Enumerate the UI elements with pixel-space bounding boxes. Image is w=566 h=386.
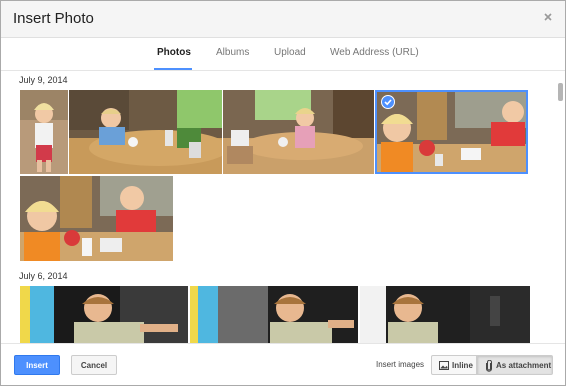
photo-thumbnail[interactable] [223, 90, 374, 174]
photo-grid: July 9, 2014 July 6, 2014 [1, 71, 565, 343]
section-date: July 6, 2014 [19, 271, 68, 281]
active-tab-indicator [154, 68, 192, 70]
photo-thumbnail[interactable] [20, 286, 188, 343]
photo-thumbnail[interactable] [190, 286, 358, 343]
photo-thumbnail[interactable] [20, 176, 173, 261]
tab-bar: Photos Albums Upload Web Address (URL) [1, 38, 565, 71]
dialog-title: Insert Photo [13, 10, 94, 27]
tab-photos[interactable]: Photos [157, 47, 191, 58]
section-date: July 9, 2014 [19, 75, 68, 85]
insert-photo-dialog: Insert Photo Photos Albums Upload Web Ad… [0, 0, 566, 386]
photo-thumbnail[interactable] [360, 286, 530, 343]
scrollbar-thumb[interactable] [558, 83, 563, 101]
selected-check-icon [381, 95, 395, 109]
inline-label: Inline [452, 361, 473, 370]
tab-upload[interactable]: Upload [274, 47, 306, 58]
cancel-button[interactable]: Cancel [71, 355, 117, 375]
dialog-titlebar: Insert Photo [1, 1, 565, 38]
photo-thumbnail[interactable] [20, 90, 68, 174]
as-attachment-option[interactable]: As attachment [477, 355, 553, 375]
as-attachment-label: As attachment [496, 361, 552, 370]
photo-thumbnail-selected[interactable] [375, 90, 528, 174]
insert-images-label: Insert images [376, 360, 425, 369]
tab-web-address[interactable]: Web Address (URL) [330, 47, 419, 58]
inline-option[interactable]: Inline [431, 355, 477, 375]
insert-button[interactable]: Insert [14, 355, 60, 375]
photo-thumbnail[interactable] [69, 90, 222, 174]
image-icon [439, 361, 449, 372]
tab-albums[interactable]: Albums [216, 47, 249, 58]
paperclip-icon [485, 359, 493, 374]
dialog-footer: Insert Cancel Insert images Inline As at… [1, 343, 565, 385]
close-icon[interactable] [541, 10, 555, 24]
